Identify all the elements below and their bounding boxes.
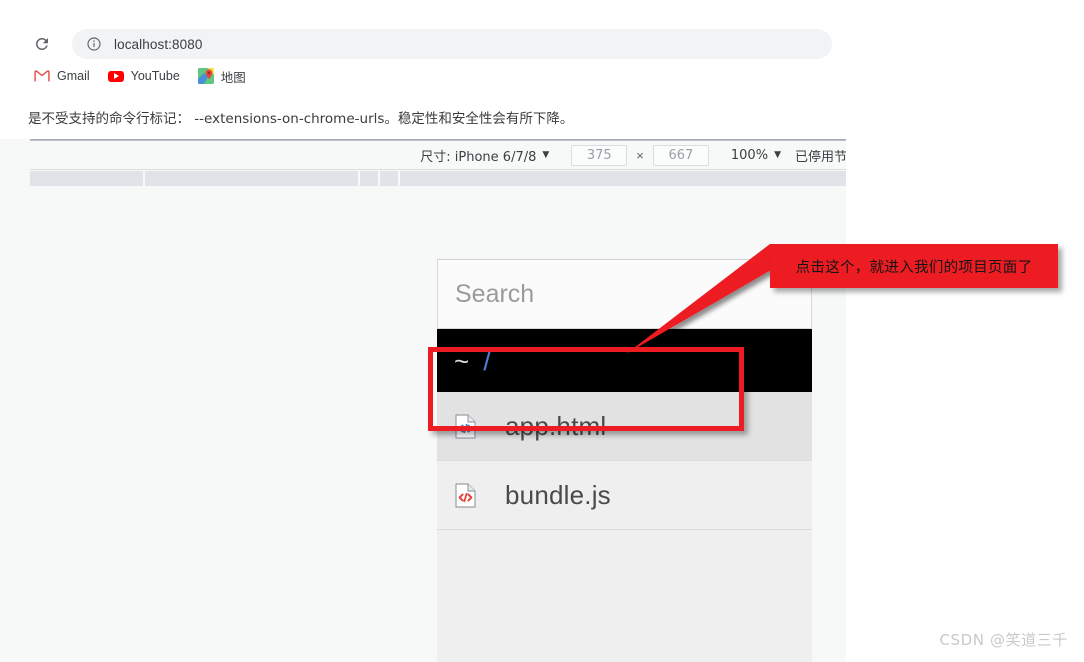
bookmark-gmail[interactable]: Gmail — [32, 64, 98, 88]
ruler-segment — [145, 171, 360, 186]
chevron-down-icon: ▼ — [774, 149, 781, 160]
ruler-segment — [400, 171, 846, 186]
js-file-icon — [455, 482, 476, 508]
info-circle-icon[interactable] — [86, 36, 102, 52]
listing-empty-area — [437, 530, 812, 660]
multiply-symbol: × — [636, 147, 644, 163]
viewport-width-input[interactable]: 375 — [571, 144, 628, 166]
annotation-callout: 点击这个，就进入我们的项目页面了 — [770, 244, 1058, 288]
bookmark-label: YouTube — [130, 69, 180, 83]
bookmark-label: Gmail — [57, 69, 90, 83]
reload-icon[interactable] — [28, 30, 56, 58]
warning-text: 是不受支持的命令行标记： --extensions-on-chrome-urls… — [28, 111, 574, 127]
device-size-label: 尺寸: iPhone 6/7/8 — [420, 149, 537, 165]
zoom-selector[interactable]: 100% ▼ — [731, 148, 781, 163]
ruler-segment — [30, 171, 145, 186]
device-size-selector[interactable]: 尺寸: iPhone 6/7/8 ▼ — [420, 146, 549, 165]
bookmark-youtube[interactable]: YouTube — [106, 64, 188, 88]
file-name: bundle.js — [505, 479, 611, 510]
list-item[interactable]: bundle.js — [437, 461, 812, 530]
address-bar[interactable]: localhost:8080 — [72, 29, 832, 59]
bookmark-label: 地图 — [220, 70, 246, 85]
annotation-highlight-box — [428, 347, 744, 431]
browser-chrome: localhost:8080 Gmail YouTube 地图 — [0, 0, 1084, 95]
ruler-segment — [360, 171, 380, 186]
bookmarks-bar: Gmail YouTube 地图 — [0, 62, 262, 90]
gmail-icon — [34, 68, 50, 84]
device-mode-toolbar: 尺寸: iPhone 6/7/8 ▼ 375 × 667 100% ▼ 已停用节… — [30, 141, 846, 170]
throttling-selector[interactable]: 已停用节流 — [795, 146, 846, 165]
address-bar-url: localhost:8080 — [114, 36, 203, 52]
viewport-ruler — [30, 171, 846, 186]
chevron-down-icon: ▼ — [542, 149, 550, 160]
watermark: CSDN @笑道三千 — [939, 631, 1068, 649]
viewport-height-input[interactable]: 667 — [652, 144, 709, 166]
zoom-level-label: 100% — [730, 147, 769, 163]
ruler-segment — [380, 171, 400, 186]
bookmark-maps[interactable]: 地图 — [196, 64, 254, 88]
google-maps-icon — [197, 68, 214, 84]
throttling-label: 已停用节流 — [794, 149, 846, 165]
annotation-text: 点击这个，就进入我们的项目页面了 — [795, 259, 1033, 276]
youtube-icon — [107, 68, 124, 84]
search-input[interactable] — [437, 259, 812, 329]
directory-listing-page: ~ / app.html — [437, 259, 812, 662]
search-container — [437, 259, 812, 329]
command-line-flag-warning: 是不受支持的命令行标记： --extensions-on-chrome-urls… — [0, 95, 1084, 139]
browser-toolbar: localhost:8080 — [0, 28, 1084, 60]
